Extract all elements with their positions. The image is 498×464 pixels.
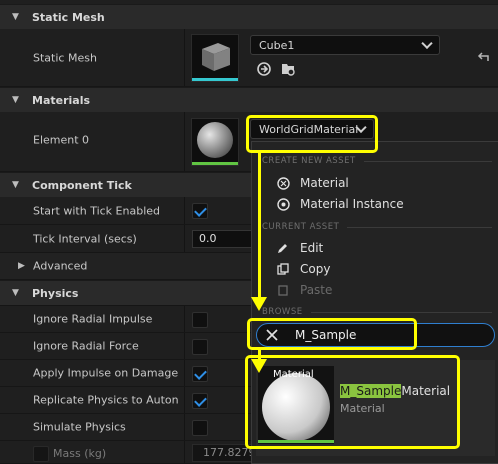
physics-checkbox[interactable] xyxy=(192,393,208,409)
reset-icon[interactable] xyxy=(476,51,490,65)
menu-item-material-instance[interactable]: Material Instance xyxy=(276,194,404,214)
advanced-label: Advanced xyxy=(33,259,88,273)
static-mesh-row: Static Mesh Cube1 xyxy=(0,29,498,87)
mass-override-checkbox[interactable] xyxy=(33,446,49,462)
category-create-new: CREATE NEW ASSET xyxy=(262,156,492,166)
expand-arrow-icon: ▼ xyxy=(12,12,19,22)
property-label: Replicate Physics to Auton... xyxy=(33,393,178,407)
physics-checkbox[interactable] xyxy=(192,366,208,382)
section-materials[interactable]: ▼ Materials xyxy=(0,87,498,112)
section-title: Static Mesh xyxy=(32,10,105,24)
property-label: Start with Tick Enabled xyxy=(33,204,161,217)
menu-item-label: Paste xyxy=(300,283,333,297)
menu-item-paste[interactable]: Paste xyxy=(276,280,332,300)
browse-asset-icon[interactable] xyxy=(280,61,296,77)
section-title: Physics xyxy=(32,286,79,300)
section-title: Materials xyxy=(32,93,91,107)
menu-item-label: Material Instance xyxy=(300,197,404,211)
annotation-dropdown-box xyxy=(246,115,378,153)
annotation-arrow-icon xyxy=(251,297,267,311)
copy-icon xyxy=(276,262,290,276)
property-label: Simulate Physics xyxy=(33,420,126,434)
paste-icon xyxy=(276,283,290,297)
material-icon xyxy=(276,176,290,190)
category-browse: BROWSE xyxy=(262,307,492,317)
material-instance-icon xyxy=(276,197,290,211)
collapse-arrow-icon: ▶ xyxy=(18,261,25,271)
property-label: Tick Interval (secs) xyxy=(33,232,137,245)
menu-item-label: Edit xyxy=(300,241,324,255)
tick-interval-input[interactable]: 0.0 xyxy=(192,230,252,248)
property-label: Static Mesh xyxy=(33,51,97,64)
chevron-down-icon xyxy=(421,37,433,50)
expand-arrow-icon: ▼ xyxy=(12,95,19,105)
section-title: Component Tick xyxy=(32,178,132,192)
property-label: Mass (kg) xyxy=(53,447,107,460)
annotation-arrow-icon xyxy=(251,359,267,373)
physics-checkbox[interactable] xyxy=(192,339,208,355)
start-with-tick-checkbox[interactable] xyxy=(192,203,208,219)
section-static-mesh[interactable]: ▼ Static Mesh xyxy=(0,4,498,29)
property-label: Ignore Radial Impulse xyxy=(33,312,153,326)
physics-checkbox[interactable] xyxy=(192,312,208,328)
menu-item-copy[interactable]: Copy xyxy=(276,259,330,279)
property-label: Ignore Radial Force xyxy=(33,339,139,353)
physics-checkbox[interactable] xyxy=(192,420,208,436)
expand-arrow-icon: ▼ xyxy=(12,180,19,190)
pencil-icon xyxy=(276,241,290,255)
use-selected-icon[interactable] xyxy=(256,61,272,77)
menu-item-edit[interactable]: Edit xyxy=(276,238,323,258)
annotation-search-box xyxy=(247,318,417,350)
property-label: Element 0 xyxy=(33,133,90,147)
menu-item-label: Copy xyxy=(300,262,331,276)
category-current-asset: CURRENT ASSET xyxy=(262,222,492,232)
expand-arrow-icon: ▼ xyxy=(12,288,19,298)
static-mesh-selected: Cube1 xyxy=(259,38,295,52)
material-thumbnail[interactable] xyxy=(191,118,239,166)
menu-item-material[interactable]: Material xyxy=(276,173,349,193)
menu-item-label: Material xyxy=(300,176,349,190)
static-mesh-dropdown[interactable]: Cube1 xyxy=(250,35,440,55)
annotation-result-box xyxy=(245,355,460,449)
property-label: Apply Impulse on Damage xyxy=(33,366,179,380)
annotation-line xyxy=(258,153,261,299)
static-mesh-thumbnail[interactable] xyxy=(191,34,239,82)
